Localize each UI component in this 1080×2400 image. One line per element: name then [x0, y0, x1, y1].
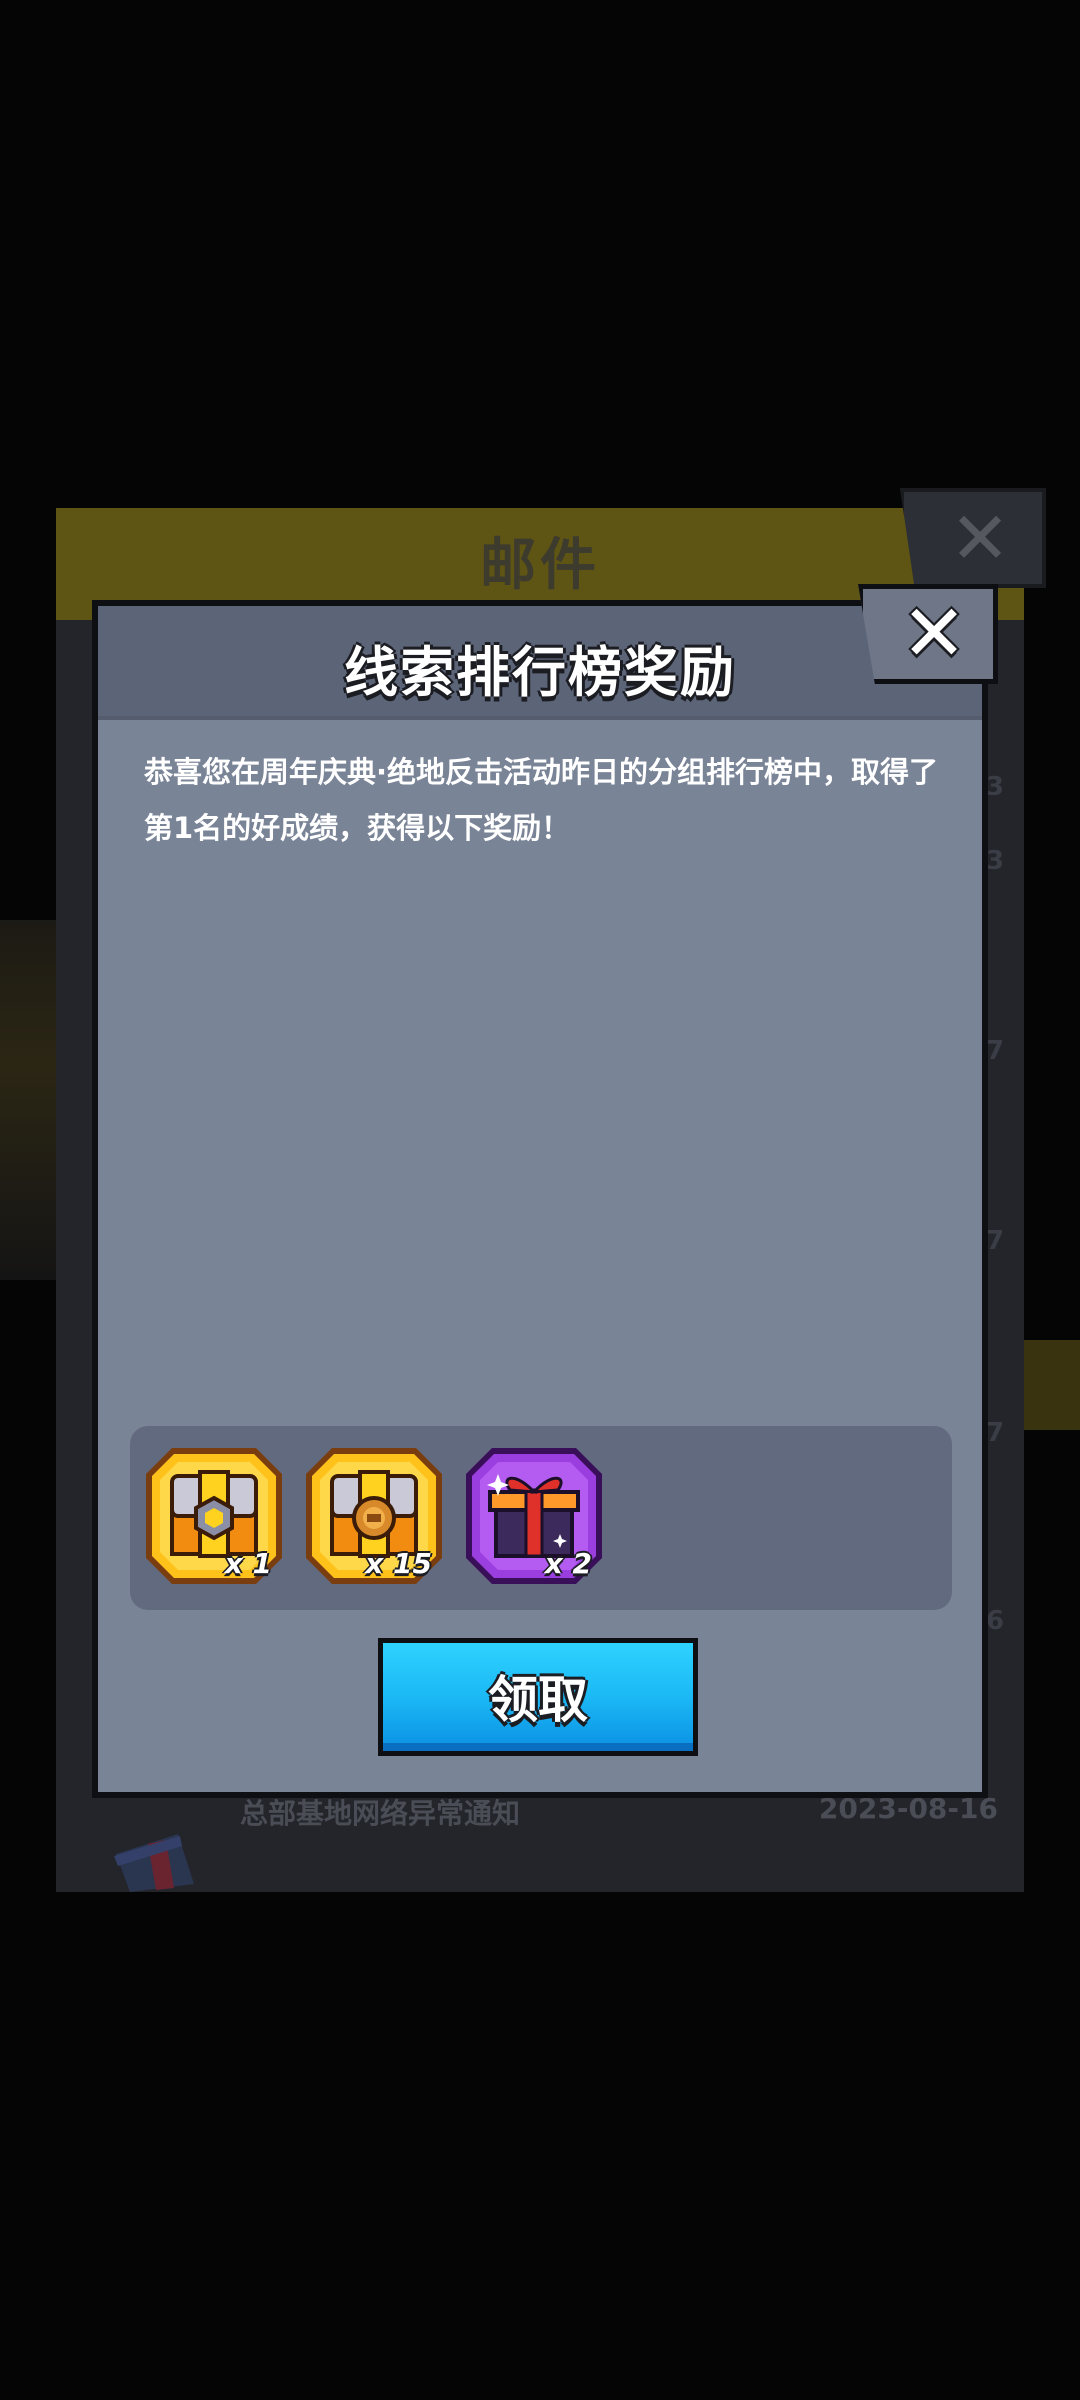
- reward-dialog: 线索排行榜奖励 恭喜您在周年庆典·绝地反击活动昨日的分组排行榜中，取得了第1名的…: [92, 600, 988, 1798]
- rewards-panel: x 1 x 15 x 2: [130, 1426, 952, 1610]
- mail-date-fragment: 6: [986, 1606, 1005, 1636]
- background-scenery-right: [1024, 1340, 1080, 1430]
- reward-item[interactable]: x 2: [464, 1446, 604, 1586]
- close-icon: ✕: [949, 496, 1011, 580]
- reward-count: x 2: [544, 1547, 592, 1580]
- dialog-title: 线索排行榜奖励: [344, 641, 736, 704]
- claim-button-label: 领取: [488, 1671, 588, 1729]
- dialog-header: 线索排行榜奖励: [98, 606, 982, 720]
- reward-item[interactable]: x 15: [304, 1446, 444, 1586]
- mail-date-fragment: 7: [986, 1418, 1005, 1448]
- mail-close-button: ✕: [900, 488, 1046, 588]
- mail-item-title: 总部基地网络异常通知: [240, 1797, 521, 1830]
- close-icon: ✕: [901, 589, 967, 679]
- background-scenery-left: [0, 920, 56, 1280]
- mail-date-fragment: 3: [986, 772, 1005, 802]
- mail-date-fragment: 7: [986, 1036, 1005, 1066]
- close-button[interactable]: ✕: [858, 584, 998, 684]
- reward-count: x 15: [365, 1547, 432, 1580]
- reward-item[interactable]: x 1: [144, 1446, 284, 1586]
- reward-count: x 1: [224, 1547, 272, 1580]
- mail-date-fragment: 3: [986, 846, 1005, 876]
- reward-message: 恭喜您在周年庆典·绝地反击活动昨日的分组排行榜中，取得了第1名的好成绩，获得以下…: [144, 755, 939, 845]
- claim-button[interactable]: 领取: [378, 1638, 698, 1756]
- mail-gift-icon: [114, 1834, 194, 1892]
- mail-date-fragment: 7: [986, 1226, 1005, 1256]
